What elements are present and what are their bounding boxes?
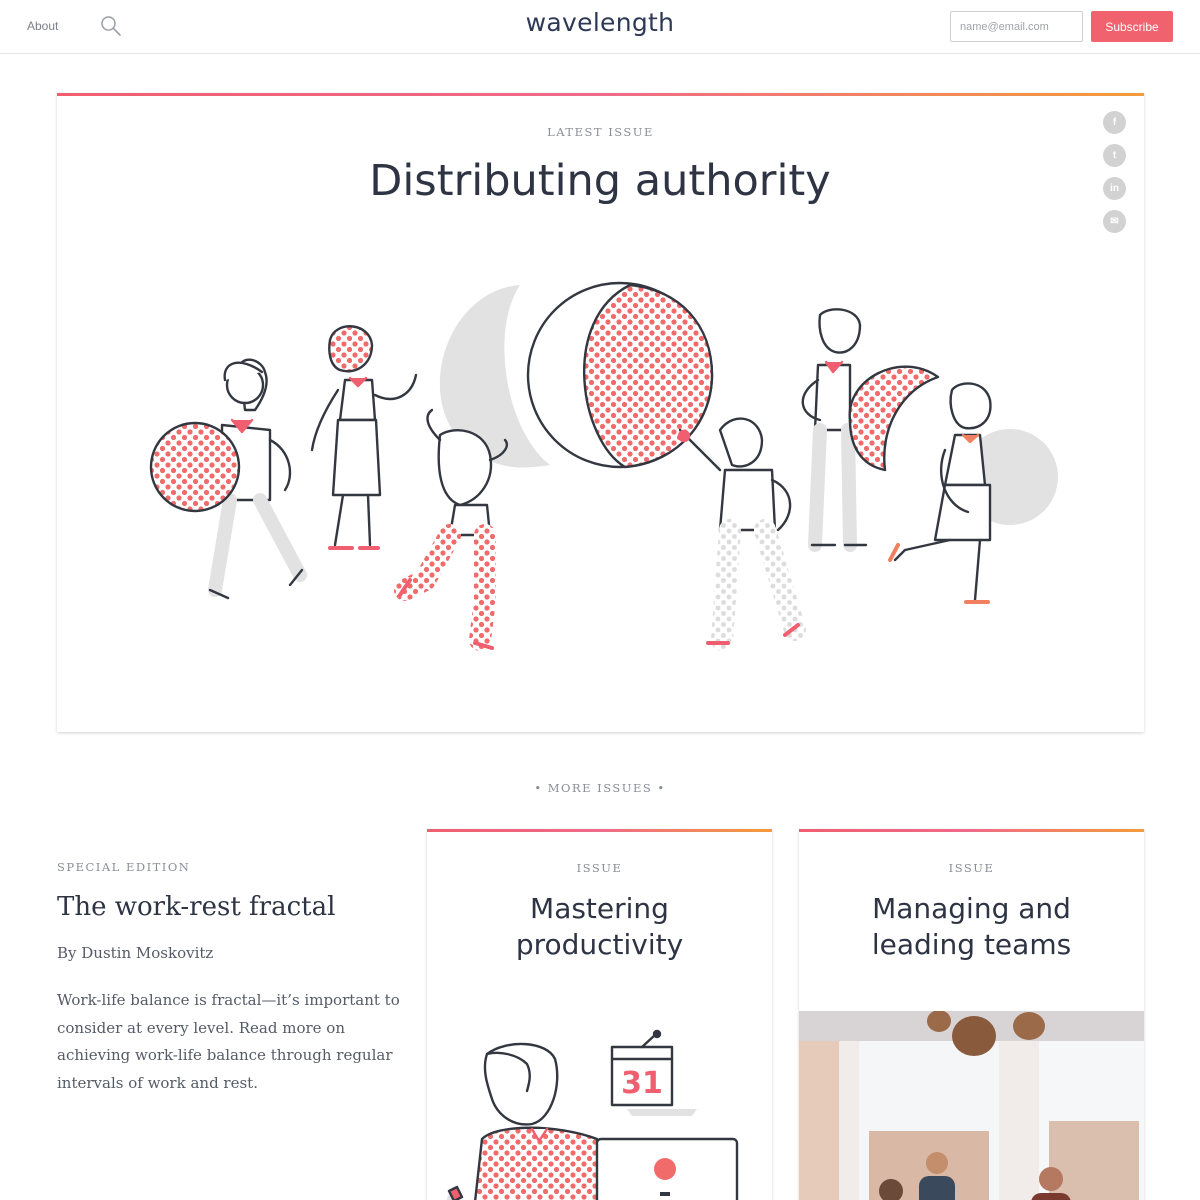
productivity-illustration: [447, 1029, 739, 1200]
issue-card-managing-teams[interactable]: ISSUE Managing and leading teams: [799, 829, 1144, 1200]
issue-card-mastering-productivity[interactable]: ISSUE Mastering productivity 31: [427, 829, 772, 1200]
team-photo: [799, 1011, 1144, 1200]
more-issues-label: • MORE ISSUES •: [534, 781, 666, 795]
special-edition-kicker: SPECIAL EDITION: [57, 860, 191, 874]
special-edition-title[interactable]: The work-rest fractal: [57, 892, 335, 922]
special-edition-description: Work-life balance is fractal—it’s import…: [57, 991, 400, 1092]
issue-title[interactable]: Managing and leading teams: [799, 891, 1144, 963]
special-edition-author: By Dustin Moskovitz: [57, 944, 214, 962]
issue-title-line: leading teams: [871, 928, 1072, 961]
gradient-bar: [427, 829, 772, 832]
hero-illustration[interactable]: [0, 0, 1200, 740]
gradient-bar: [799, 829, 1144, 832]
issue-title-line: Mastering: [530, 892, 669, 925]
issue-kicker: ISSUE: [948, 861, 995, 875]
issue-title-line: productivity: [515, 928, 684, 961]
issue-title[interactable]: Mastering productivity: [427, 891, 772, 963]
calendar-day: 31: [621, 1066, 663, 1101]
issue-kicker: ISSUE: [576, 861, 623, 875]
issue-title-line: Managing and: [872, 892, 1071, 925]
calendar-day-label: 31: [621, 1066, 663, 1101]
